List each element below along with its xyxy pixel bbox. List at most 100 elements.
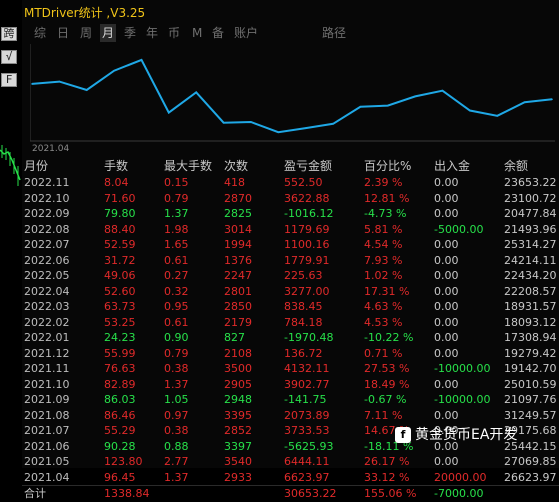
row-month: 2022.10 bbox=[24, 191, 70, 205]
table-row: 2022.01 24.23 0.90 827 -1970.48 -10.22 % 0.00 1… bbox=[22, 330, 559, 346]
side-button-2[interactable]: √ bbox=[1, 50, 17, 64]
row-balance: 19142.70 bbox=[504, 362, 557, 375]
row-month: 2022.01 bbox=[24, 331, 70, 344]
row-max-lots: 2.77 bbox=[164, 455, 189, 468]
row-max-lots: 1.98 bbox=[164, 222, 189, 236]
row-count: 3014 bbox=[224, 222, 252, 236]
tab-quarter[interactable]: 季 bbox=[122, 24, 138, 42]
row-max-lots: 1.05 bbox=[164, 393, 189, 406]
row-cash-flow: -10000.00 bbox=[434, 362, 491, 375]
row-month: 2022.03 bbox=[24, 300, 70, 313]
window-title: MTDriver统计 ,V3.25 bbox=[24, 6, 146, 20]
table-row: 2022.06 31.72 0.61 1376 1779.91 7.93 % 0.00 242… bbox=[22, 253, 559, 269]
watermark: f 黄金货币EA开发 bbox=[395, 423, 555, 447]
row-balance: 17308.94 bbox=[504, 331, 557, 344]
tab-day[interactable]: 日 bbox=[55, 24, 71, 42]
balance-point-2021.06 bbox=[85, 89, 88, 91]
watermark-text: 黄金货币EA开发 bbox=[415, 427, 518, 443]
balance-point-2021.12 bbox=[250, 121, 252, 123]
balance-point-2022.07 bbox=[441, 89, 444, 92]
balance-point-2022.02 bbox=[304, 127, 307, 129]
row-count: 1376 bbox=[224, 253, 252, 267]
row-month: 2021.11 bbox=[24, 362, 70, 375]
row-percent: 26.17 % bbox=[364, 455, 410, 468]
table-row: 2022.08 88.40 1.98 3014 1179.69 5.81 % -5000.0… bbox=[22, 222, 559, 238]
row-balance: 23653.22 bbox=[504, 176, 557, 189]
row-cash-flow: -5000.00 bbox=[434, 222, 484, 236]
row-max-lots: 0.38 bbox=[164, 362, 189, 375]
row-cash-flow: 0.00 bbox=[434, 284, 459, 298]
row-lots: 63.73 bbox=[104, 300, 136, 313]
row-balance: 31249.57 bbox=[504, 408, 557, 422]
row-cash-flow: -10000.00 bbox=[434, 393, 491, 406]
row-pnl: 136.72 bbox=[284, 346, 323, 360]
row-lots: 86.46 bbox=[104, 408, 136, 422]
row-percent: 0.71 % bbox=[364, 346, 403, 360]
x-axis-start-label: 2021.04 bbox=[32, 144, 69, 154]
table-row: 2022.05 49.06 0.27 2247 225.63 1.02 % 0.00 2243… bbox=[22, 268, 559, 284]
row-balance: 20477.84 bbox=[504, 207, 557, 220]
row-lots: 76.63 bbox=[104, 362, 136, 375]
row-balance: 22434.20 bbox=[504, 269, 557, 282]
period-toolbar: 综 日 周 月 季 年 币 M 备 账户 路径 bbox=[22, 24, 559, 44]
row-max-lots: 1.65 bbox=[164, 238, 189, 251]
row-balance: 21493.96 bbox=[504, 222, 557, 236]
row-month: 2021.06 bbox=[24, 439, 70, 453]
row-pnl: 784.18 bbox=[284, 315, 323, 329]
total-row: 合计 1338.84 30653.22 155.06 % -7000.00 bbox=[22, 485, 559, 502]
row-pnl: -1970.48 bbox=[284, 331, 334, 344]
balance-point-2021.07 bbox=[113, 69, 115, 72]
row-count: 2825 bbox=[224, 207, 252, 220]
row-cash-flow: 0.00 bbox=[434, 408, 459, 422]
balance-point-2022.09 bbox=[496, 114, 499, 117]
row-max-lots: 0.32 bbox=[164, 284, 189, 298]
total-percent: 155.06 % bbox=[364, 487, 417, 500]
row-cash-flow: 0.00 bbox=[434, 315, 459, 329]
row-balance: 25010.59 bbox=[504, 377, 557, 391]
row-balance: 23100.72 bbox=[504, 191, 557, 205]
row-cash-flow: 0.00 bbox=[434, 377, 459, 391]
total-label: 合计 bbox=[24, 487, 46, 500]
table-row: 2022.09 79.80 1.37 2825 -1016.12 -4.73 % 0.00 2… bbox=[22, 206, 559, 222]
tab-notes[interactable]: 备 bbox=[210, 24, 226, 42]
row-lots: 52.59 bbox=[104, 238, 136, 251]
row-lots: 53.25 bbox=[104, 315, 136, 329]
balance-point-2021.09 bbox=[168, 111, 170, 114]
row-lots: 86.03 bbox=[104, 393, 136, 406]
row-month: 2021.07 bbox=[24, 424, 70, 437]
total-pnl: 30653.22 bbox=[284, 487, 337, 500]
row-cash-flow: 0.00 bbox=[434, 176, 459, 189]
row-cash-flow: 0.00 bbox=[434, 238, 459, 251]
row-cash-flow: 0.00 bbox=[434, 269, 459, 282]
row-balance: 22208.57 bbox=[504, 284, 557, 298]
statistics-panel: MTDriver统计 ,V3.25 综 日 周 月 季 年 币 M 备 账户 路… bbox=[22, 0, 559, 500]
row-lots: 90.28 bbox=[104, 439, 136, 453]
row-month: 2022.11 bbox=[24, 176, 70, 189]
row-month: 2021.04 bbox=[24, 470, 70, 484]
tab-path[interactable]: 路径 bbox=[320, 24, 348, 42]
tab-summary[interactable]: 综 bbox=[32, 24, 48, 42]
row-cash-flow: 0.00 bbox=[434, 191, 459, 205]
row-percent: 7.93 % bbox=[364, 253, 403, 267]
row-count: 2179 bbox=[224, 315, 252, 329]
row-max-lots: 0.88 bbox=[164, 439, 189, 453]
tab-m[interactable]: M bbox=[190, 24, 204, 42]
balance-point-2022.10 bbox=[523, 101, 526, 103]
row-month: 2022.07 bbox=[24, 238, 70, 251]
row-percent: 4.63 % bbox=[364, 300, 403, 313]
balance-point-2021.10 bbox=[195, 91, 198, 94]
side-button-3[interactable]: F bbox=[1, 73, 17, 87]
tab-year[interactable]: 年 bbox=[144, 24, 160, 42]
table-row: 2021.12 55.99 0.79 2108 136.72 0.71 % 0.00 1927… bbox=[22, 346, 559, 362]
tab-currency[interactable]: 币 bbox=[166, 24, 182, 42]
row-max-lots: 0.38 bbox=[164, 424, 189, 437]
row-max-lots: 0.90 bbox=[164, 331, 189, 344]
tab-month[interactable]: 月 bbox=[100, 24, 117, 42]
tab-week[interactable]: 周 bbox=[78, 24, 94, 42]
side-button-1[interactable]: 跨 bbox=[1, 27, 17, 41]
tab-account[interactable]: 账户 bbox=[232, 24, 260, 42]
row-pnl: -1016.12 bbox=[284, 207, 334, 220]
row-percent: 12.81 % bbox=[364, 191, 410, 205]
row-lots: 55.99 bbox=[104, 346, 136, 360]
table-row: 2022.03 63.73 0.95 2850 838.45 4.63 % 0.00 1893… bbox=[22, 299, 559, 315]
